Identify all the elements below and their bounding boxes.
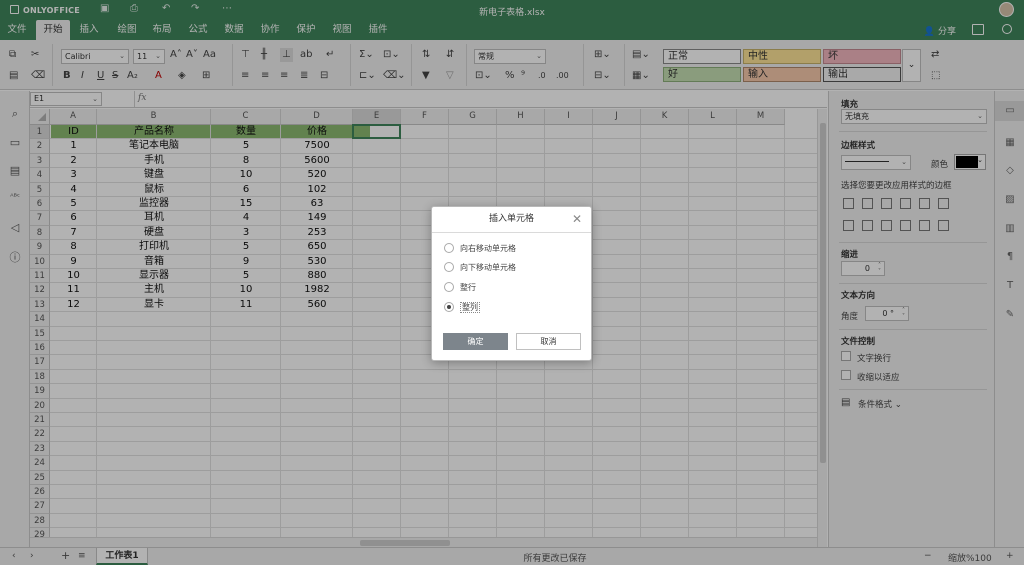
option-entire-row[interactable]: 整行: [444, 282, 476, 294]
close-icon[interactable]: ✕: [572, 212, 582, 226]
option-shift-right[interactable]: 向右移动单元格: [444, 243, 516, 255]
cancel-button[interactable]: 取消: [516, 333, 581, 350]
dialog-title: 插入单元格: [432, 207, 591, 233]
option-shift-down[interactable]: 向下移动单元格: [444, 262, 516, 274]
ok-button[interactable]: 确定: [443, 333, 508, 350]
insert-cells-dialog: 插入单元格 ✕ 向右移动单元格 向下移动单元格 整行 整列 确定 取消: [431, 206, 592, 361]
radio-icon[interactable]: [444, 243, 454, 253]
radio-selected-icon[interactable]: [444, 302, 454, 312]
option-entire-column[interactable]: 整列: [444, 302, 480, 314]
radio-icon[interactable]: [444, 262, 454, 272]
radio-icon[interactable]: [444, 282, 454, 292]
